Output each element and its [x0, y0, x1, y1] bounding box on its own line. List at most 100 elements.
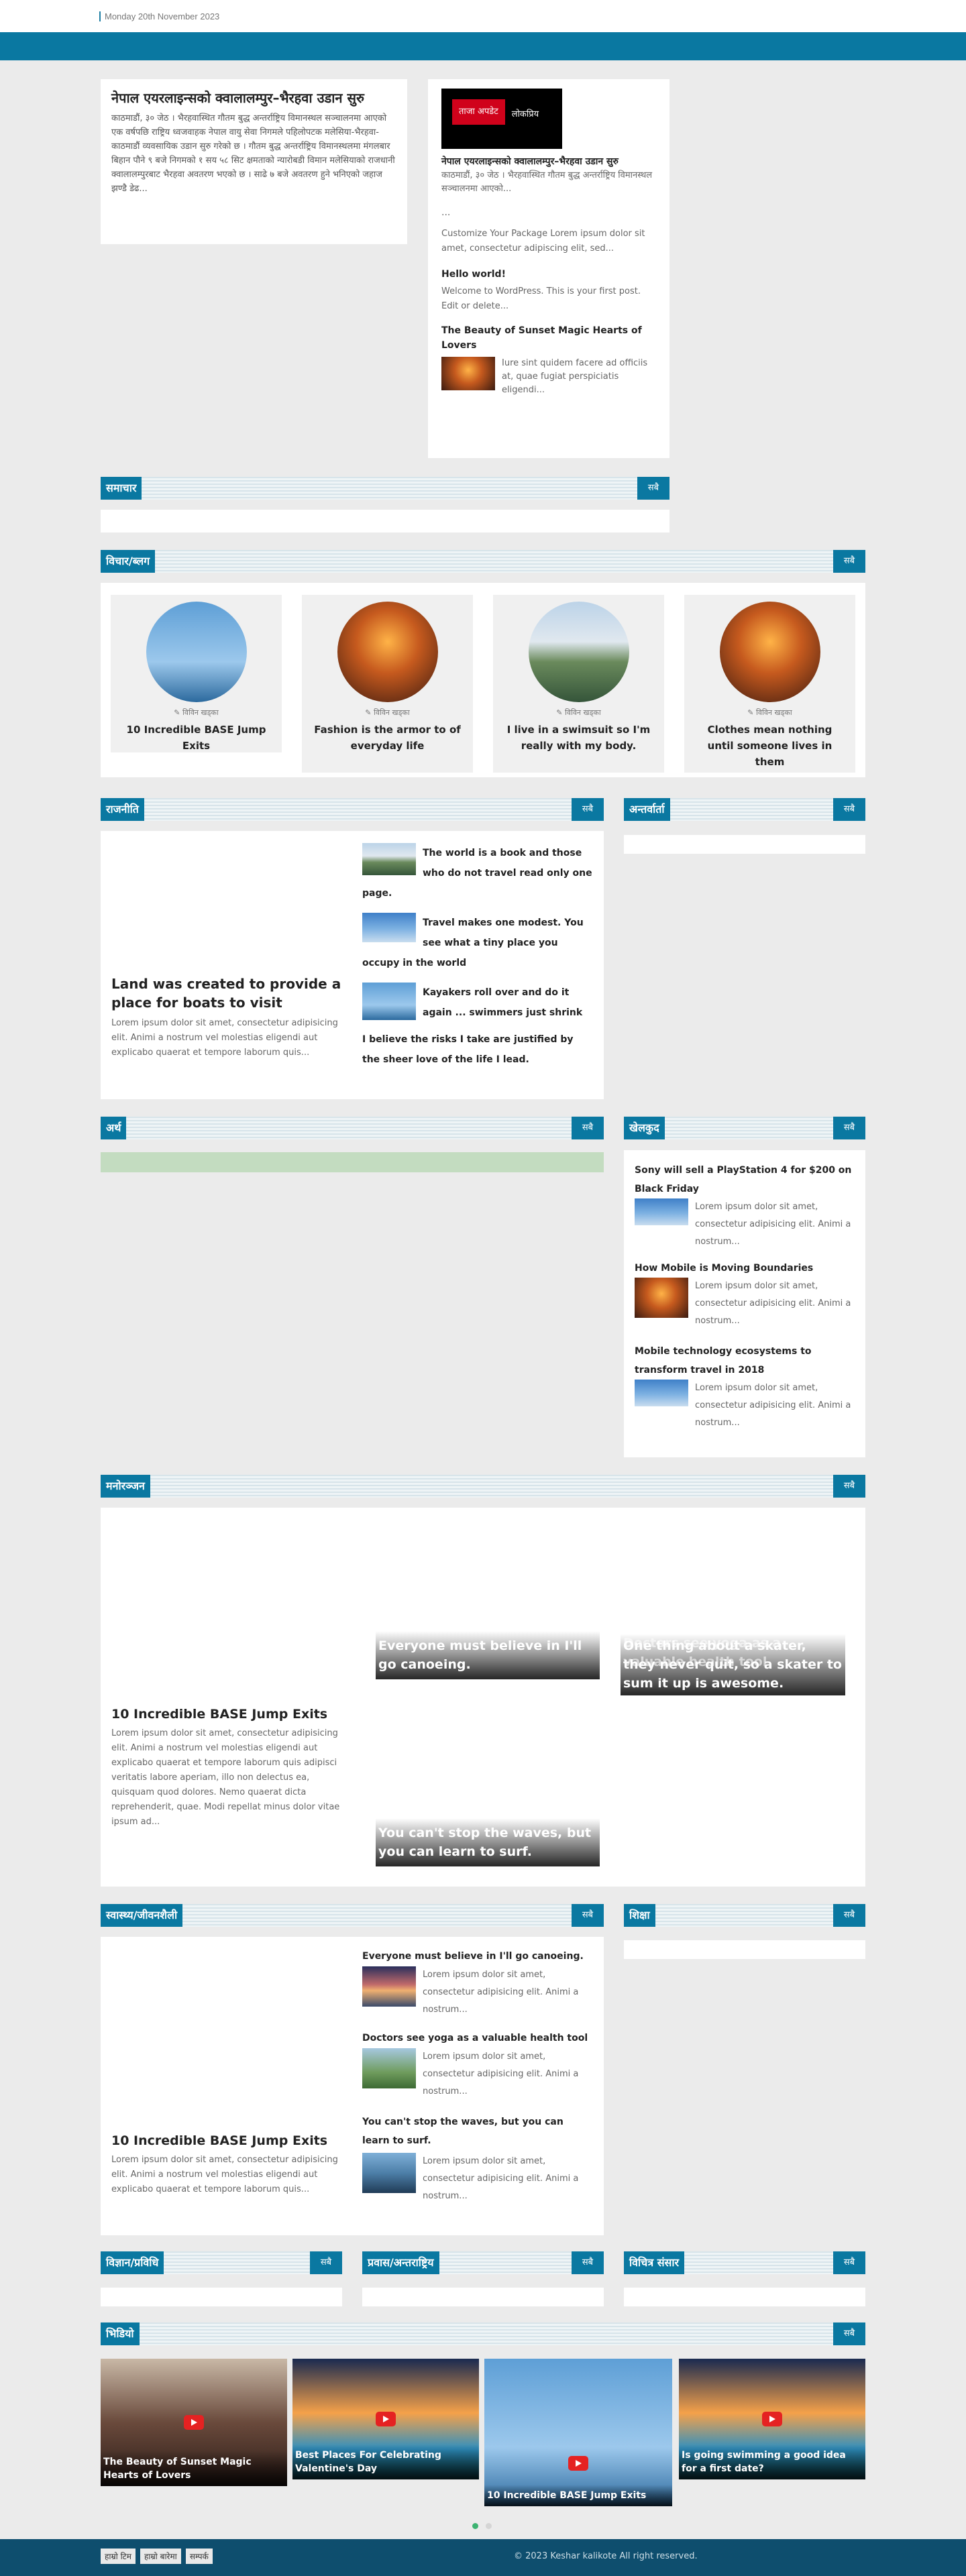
play-icon[interactable]: [762, 2412, 782, 2426]
view-all-link[interactable]: सबै: [833, 2322, 865, 2345]
video-card[interactable]: The Beauty of Sunset Magic Hearts of Lov…: [101, 2359, 287, 2486]
list-title[interactable]: Kayakers roll over and do it again ... s…: [423, 987, 582, 1018]
play-icon[interactable]: [184, 2415, 204, 2430]
tab-list-item[interactable]: ... Customize Your Package Lorem ipsum d…: [441, 205, 656, 256]
video-card[interactable]: 10 Incredible BASE Jump Exits: [484, 2359, 672, 2506]
section-title[interactable]: अन्तर्वार्ता: [624, 798, 670, 821]
view-all-link[interactable]: सबै: [833, 1904, 865, 1927]
list-title[interactable]: Sony will sell a PlayStation 4 for $200 …: [635, 1161, 855, 1198]
list-thumbnail[interactable]: [362, 843, 416, 875]
swasthya-main-story[interactable]: 10 Incredible BASE Jump Exits Lorem ipsu…: [111, 2131, 346, 2197]
tile-title[interactable]: You can't stop the waves, but you can le…: [376, 1818, 600, 1866]
section-title[interactable]: खेलकुद: [624, 1117, 665, 1139]
lead-story-title[interactable]: नेपाल एयरलाइन्सको क्वालालम्पुर–भैरहवा उड…: [111, 89, 396, 107]
carousel-dot[interactable]: [486, 2523, 492, 2529]
list-title[interactable]: I believe the risks I take are justified…: [362, 1034, 574, 1065]
rajniti-main-story[interactable]: Land was created to provide a place for …: [111, 974, 346, 1060]
view-all-link[interactable]: सबै: [833, 1475, 865, 1498]
video-title[interactable]: 10 Incredible BASE Jump Exits: [484, 2485, 672, 2506]
lead-story[interactable]: नेपाल एयरलाइन्सको क्वालालम्पुर–भैरहवा उड…: [101, 79, 407, 244]
list-item[interactable]: Kayakers roll over and do it again ... s…: [362, 983, 594, 1029]
tab-item-title[interactable]: ...: [441, 205, 656, 220]
list-title[interactable]: Mobile technology ecosystems to transfor…: [635, 1342, 855, 1380]
list-thumbnail[interactable]: [362, 913, 416, 942]
tab-item-title[interactable]: Hello world!: [441, 267, 656, 282]
list-item[interactable]: I believe the risks I take are justified…: [362, 1029, 594, 1070]
view-all-link[interactable]: सबै: [572, 1904, 604, 1927]
tab-item-thumbnail[interactable]: [441, 357, 495, 390]
tab-list-item[interactable]: नेपाल एयरलाइन्सको क्वालालम्पुर–भैरहवा उड…: [441, 154, 656, 196]
section-title[interactable]: विचित्र संसार: [624, 2251, 685, 2274]
view-all-link[interactable]: सबै: [572, 798, 604, 821]
blog-title[interactable]: Fashion is the armor to of everyday life: [302, 722, 473, 754]
view-all-link[interactable]: सबै: [833, 798, 865, 821]
carousel-dot-active[interactable]: [472, 2523, 478, 2529]
view-all-link[interactable]: सबै: [637, 477, 669, 500]
section-title[interactable]: विज्ञान/प्रविधि: [101, 2251, 164, 2274]
manoranjan-main-story[interactable]: 10 Incredible BASE Jump Exits Lorem ipsu…: [111, 1705, 350, 1830]
list-title[interactable]: Doctors see yoga as a valuable health to…: [362, 2031, 594, 2046]
list-thumbnail[interactable]: [362, 2153, 416, 2193]
section-title[interactable]: शिक्षा: [624, 1904, 655, 1927]
section-title[interactable]: समाचार: [101, 477, 142, 500]
list-thumbnail[interactable]: [362, 2048, 416, 2088]
blog-image[interactable]: [719, 602, 820, 702]
blog-image[interactable]: [337, 602, 438, 702]
footer-link-contact[interactable]: सम्पर्क: [185, 2549, 213, 2564]
tile[interactable]: You can't stop the waves, but you can le…: [376, 1811, 600, 1866]
section-title[interactable]: प्रवास/अन्तराष्ट्रिय: [362, 2251, 439, 2274]
blog-image[interactable]: [146, 602, 247, 702]
list-thumbnail[interactable]: [635, 1198, 688, 1225]
list-item[interactable]: Everyone must believe in I'll go canoein…: [362, 1949, 594, 2031]
tab-item-title[interactable]: नेपाल एयरलाइन्सको क्वालालम्पुर–भैरहवा उड…: [441, 154, 656, 169]
list-thumbnail[interactable]: [635, 1380, 688, 1406]
list-thumbnail[interactable]: [635, 1278, 688, 1318]
tile-title[interactable]: Everyone must believe in I'll go canoein…: [376, 1631, 600, 1679]
list-item[interactable]: Travel makes one modest. You see what a …: [362, 913, 594, 983]
section-title[interactable]: राजनीति: [101, 798, 144, 821]
video-title[interactable]: Best Places For Celebrating Valentine's …: [292, 2445, 479, 2479]
list-item[interactable]: The world is a book and those who do not…: [362, 843, 594, 913]
video-card[interactable]: Best Places For Celebrating Valentine's …: [292, 2359, 479, 2479]
list-thumbnail[interactable]: [362, 1966, 416, 2007]
section-title[interactable]: विचार/ब्लग: [101, 550, 156, 573]
list-thumbnail[interactable]: [362, 983, 416, 1020]
tab-popular[interactable]: लोकप्रिय: [505, 102, 545, 125]
play-icon[interactable]: [376, 2412, 396, 2426]
tab-item-title[interactable]: The Beauty of Sunset Magic Hearts of Lov…: [441, 323, 656, 353]
list-item[interactable]: You can't stop the waves, but you can le…: [362, 2113, 594, 2205]
tile[interactable]: Everyone must believe in I'll go canoein…: [376, 1626, 600, 1679]
tab-list-item[interactable]: Hello world! Welcome to WordPress. This …: [441, 267, 656, 314]
view-all-link[interactable]: सबै: [572, 1117, 604, 1139]
list-item[interactable]: Doctors see yoga as a valuable health to…: [362, 2031, 594, 2113]
blog-title[interactable]: Clothes mean nothing until someone lives…: [684, 722, 855, 770]
list-title[interactable]: Everyone must believe in I'll go canoein…: [362, 1949, 594, 1964]
story-title[interactable]: 10 Incredible BASE Jump Exits: [111, 1705, 350, 1724]
blog-card[interactable]: ✎ विविन खड्का I live in a swimsuit so I'…: [493, 595, 664, 773]
footer-link-team[interactable]: हाम्रो टिम: [101, 2549, 136, 2564]
list-title[interactable]: You can't stop the waves, but you can le…: [362, 2113, 594, 2150]
blog-card[interactable]: ✎ विविन खड्का Fashion is the armor to of…: [302, 595, 473, 773]
video-title[interactable]: Is going swimming a good idea for a firs…: [679, 2445, 865, 2479]
tile[interactable]: Doctors see yoga as a valuable health to…: [621, 1628, 845, 1695]
view-all-link[interactable]: सबै: [833, 550, 865, 573]
blog-title[interactable]: 10 Incredible BASE Jump Exits: [111, 722, 282, 754]
list-item[interactable]: Sony will sell a PlayStation 4 for $200 …: [635, 1161, 855, 1251]
story-title[interactable]: 10 Incredible BASE Jump Exits: [111, 2131, 346, 2150]
blog-title[interactable]: I live in a swimsuit so I'm really with …: [493, 722, 664, 754]
list-title[interactable]: How Mobile is Moving Boundaries: [635, 1259, 855, 1278]
video-card[interactable]: Is going swimming a good idea for a firs…: [679, 2359, 865, 2479]
play-icon[interactable]: [568, 2456, 588, 2471]
story-title[interactable]: Land was created to provide a place for …: [111, 974, 346, 1012]
list-item[interactable]: Mobile technology ecosystems to transfor…: [635, 1342, 855, 1432]
view-all-link[interactable]: सबै: [833, 2251, 865, 2274]
section-title[interactable]: अर्थ: [101, 1117, 127, 1139]
view-all-link[interactable]: सबै: [310, 2251, 342, 2274]
blog-card[interactable]: ✎ विविन खड्का 10 Incredible BASE Jump Ex…: [111, 595, 282, 752]
footer-link-about[interactable]: हाम्रो बारेमा: [140, 2549, 181, 2564]
blog-image[interactable]: [528, 602, 629, 702]
section-title[interactable]: स्वास्थ्य/जीवनशैली: [101, 1904, 183, 1927]
view-all-link[interactable]: सबै: [833, 1117, 865, 1139]
view-all-link[interactable]: सबै: [572, 2251, 604, 2274]
blog-card[interactable]: ✎ विविन खड्का Clothes mean nothing until…: [684, 595, 855, 773]
